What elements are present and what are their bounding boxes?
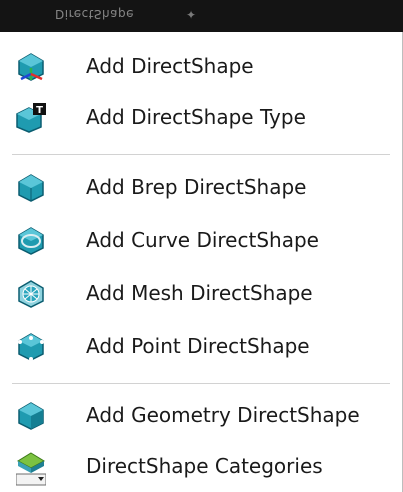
menu-item-add-point-directshape[interactable]: Add Point DirectShape	[0, 320, 402, 372]
menu-item-label: Add Geometry DirectShape	[86, 403, 360, 427]
categories-dropdown-icon	[15, 452, 47, 486]
panel-titlebar: DirectShape ✦	[0, 0, 403, 32]
menu-item-add-geometry-directshape[interactable]: Add Geometry DirectShape	[0, 389, 402, 441]
pin-icon[interactable]: ✦	[186, 8, 196, 22]
menu-item-add-mesh-directshape[interactable]: Add Mesh DirectShape	[0, 267, 402, 319]
brep-shape-icon	[16, 173, 46, 203]
menu-item-add-directshape-type[interactable]: T Add DirectShape Type	[0, 91, 402, 143]
directshape-panel: DirectShape ✦ Add DirectShape T Add Dire	[0, 0, 403, 492]
point-shape-icon	[16, 332, 46, 362]
shape-type-icon: T	[16, 103, 46, 133]
menu-item-label: Add Brep DirectShape	[86, 175, 307, 199]
geometry-shape-icon	[16, 401, 46, 431]
mesh-shape-icon	[16, 279, 46, 309]
svg-text:T: T	[36, 105, 43, 116]
menu-item-add-curve-directshape[interactable]: Add Curve DirectShape	[0, 214, 402, 266]
menu-item-label: Add Curve DirectShape	[86, 228, 319, 252]
menu-item-label: Add DirectShape	[86, 54, 254, 78]
menu-item-label: DirectShape Categories	[86, 454, 323, 478]
menu-item-directshape-categories[interactable]: DirectShape Categories	[0, 440, 402, 492]
menu-separator	[12, 383, 390, 384]
panel-title: DirectShape	[55, 7, 135, 21]
menu-item-label: Add Mesh DirectShape	[86, 281, 313, 305]
menu-separator	[12, 154, 390, 155]
curve-shape-icon	[16, 226, 46, 256]
shape-axes-icon	[16, 52, 46, 82]
menu-item-add-directshape[interactable]: Add DirectShape	[0, 40, 402, 92]
menu-item-label: Add Point DirectShape	[86, 334, 310, 358]
menu-item-label: Add DirectShape Type	[86, 105, 306, 129]
menu-item-add-brep-directshape[interactable]: Add Brep DirectShape	[0, 161, 402, 213]
